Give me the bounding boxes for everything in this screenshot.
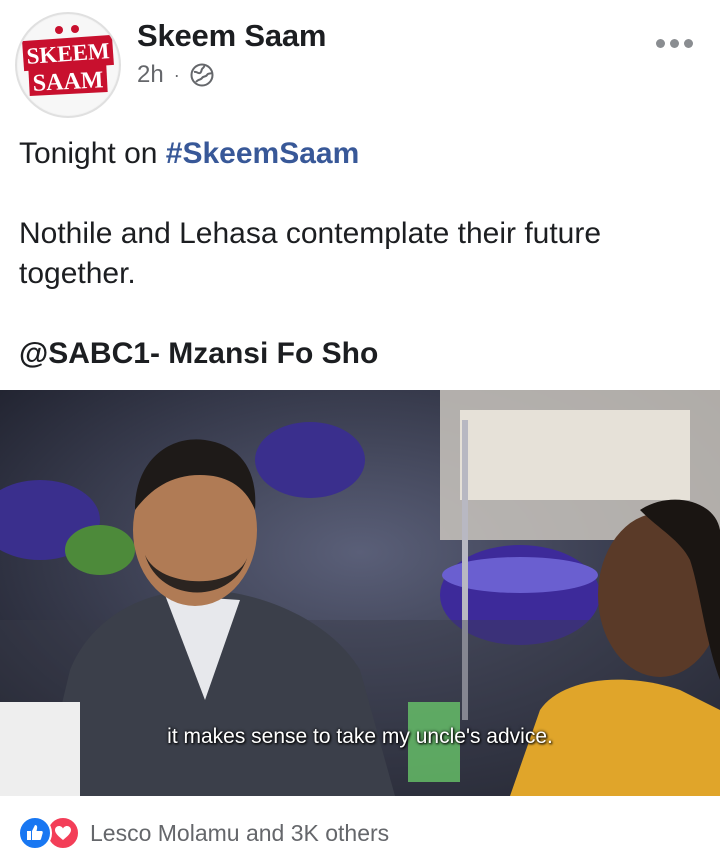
post-time[interactable]: 2h	[137, 61, 164, 89]
post-text: Tonight on #SkeemSaam Nothile and Lehasa…	[19, 134, 704, 374]
meta-separator: ·	[173, 64, 180, 85]
post-header: SKEEM SAAM Skeem Saam 2h ·	[0, 0, 720, 118]
post-meta: 2h ·	[137, 60, 214, 90]
hashtag-link[interactable]: #SkeemSaam	[166, 137, 359, 170]
svg-text:SAAM: SAAM	[32, 67, 104, 97]
post-image[interactable]: it makes sense to take my uncle's advice…	[0, 390, 720, 796]
skeem-saam-logo: SKEEM SAAM	[18, 15, 118, 115]
page-name[interactable]: Skeem Saam	[137, 18, 327, 54]
video-subtitle: it makes sense to take my uncle's advice…	[167, 725, 553, 748]
reactions-bar[interactable]: Lesco Molamu and 3K others	[18, 812, 389, 854]
globe-icon	[190, 63, 214, 87]
page-avatar[interactable]: SKEEM SAAM	[15, 12, 121, 118]
reactions-summary[interactable]: Lesco Molamu and 3K others	[90, 820, 389, 847]
post-line-2: Nothile and Lehasa contemplate their fut…	[19, 217, 602, 290]
post-line-3: @SABC1- Mzansi Fo Sho	[19, 337, 379, 370]
more-options-icon[interactable]	[656, 36, 698, 50]
post-line-1: Tonight on #SkeemSaam	[19, 137, 360, 170]
like-icon	[18, 816, 52, 850]
